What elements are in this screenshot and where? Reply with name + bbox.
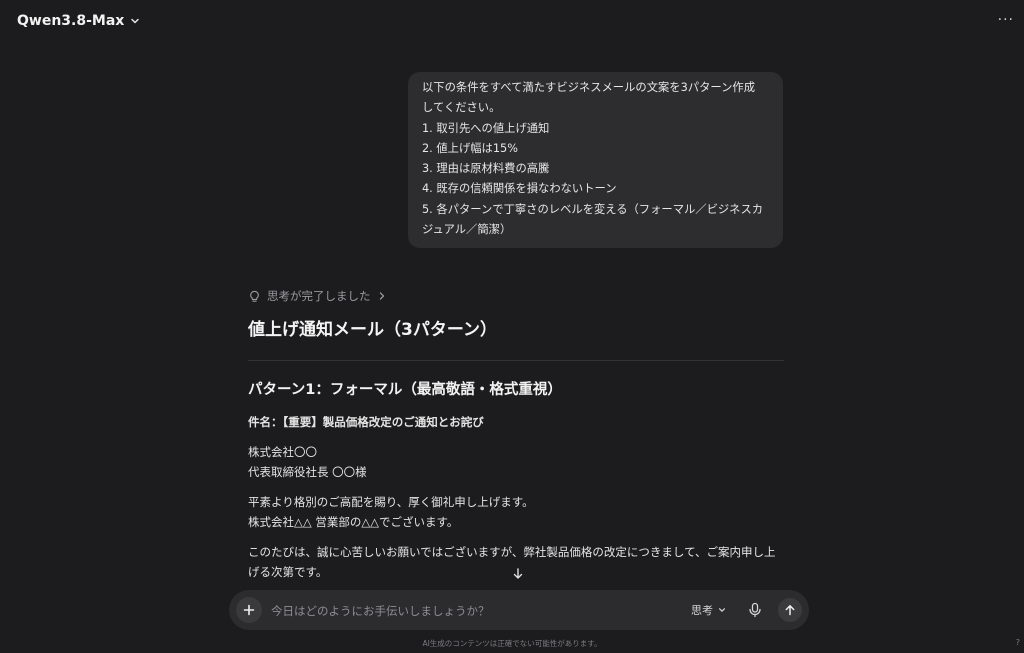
top-bar: Qwen3.8-Max ··· xyxy=(0,0,1024,46)
response-title: 値上げ通知メール（3パターン） xyxy=(248,320,497,340)
chevron-down-icon xyxy=(131,18,140,24)
chevron-down-icon xyxy=(719,608,725,612)
greeting-line: 株式会社△△ 営業部の△△でございます。 xyxy=(248,515,459,529)
email-subject: 件名：【重要】製品価格改定のご通知とお詫び xyxy=(248,415,484,429)
user-message-line: 3. 理由は原材料費の高騰 xyxy=(422,162,550,176)
chevron-right-icon xyxy=(379,292,384,300)
chat-input[interactable] xyxy=(269,600,653,622)
user-message-line: 1. 取引先への値上げ通知 xyxy=(422,121,550,135)
thinking-toggle[interactable]: 思考が完了しました xyxy=(248,288,387,304)
body-line: このたびは、誠に心苦しいお願いではございますが、弊社製品価格の改定につきまして、… xyxy=(248,545,776,559)
pattern1-heading: パターン1：フォーマル（最高敬語・格式重視） xyxy=(248,382,562,398)
assistant-response: 値上げ通知メール（3パターン） パターン1：フォーマル（最高敬語・格式重視） 件… xyxy=(248,316,788,582)
scroll-down-arrow-icon[interactable] xyxy=(512,567,524,581)
think-mode-label: 思考 xyxy=(691,604,713,617)
user-message-line: 4. 既存の信頼関係を損なわないトーン xyxy=(422,182,617,196)
help-icon[interactable]: ? xyxy=(1016,638,1020,647)
user-message-line: してください。 xyxy=(422,101,501,115)
user-message-bubble: 以下の条件をすべて満たすビジネスメールの文案を3パターン作成 してください。 1… xyxy=(408,72,783,249)
user-message-line: ジュアル／簡潔） xyxy=(422,223,512,237)
microphone-icon[interactable] xyxy=(746,601,764,619)
lightbulb-icon xyxy=(250,290,259,302)
model-selector[interactable]: Qwen3.8-Max xyxy=(17,13,140,29)
user-message-line: 以下の条件をすべて満たすビジネスメールの文案を3パターン作成 xyxy=(422,81,755,94)
chat-input-bar: 思考 xyxy=(229,590,809,630)
plus-icon xyxy=(243,604,255,616)
recipient-name: 代表取締役社長 〇〇様 xyxy=(248,465,367,479)
send-button[interactable] xyxy=(778,598,802,622)
user-message-line: 2. 値上げ幅は15% xyxy=(422,141,518,155)
thinking-label: 思考が完了しました xyxy=(267,289,371,303)
add-attachment-button[interactable] xyxy=(236,597,262,623)
recipient-company: 株式会社〇〇 xyxy=(248,445,317,459)
user-message-line: 5. 各パターンで丁寧さのレベルを変える（フォーマル／ビジネスカ xyxy=(422,202,764,216)
divider xyxy=(248,360,784,361)
model-name-label: Qwen3.8-Max xyxy=(17,13,125,29)
disclaimer-text: AI生成のコンテンツは正確でない可能性があります。 xyxy=(422,639,602,648)
greeting-line: 平素より格別のご高配を賜り、厚く御礼申し上げます。 xyxy=(248,495,534,509)
more-options-icon[interactable]: ··· xyxy=(998,12,1014,28)
arrow-up-icon xyxy=(785,605,795,616)
think-mode-dropdown[interactable]: 思考 xyxy=(691,602,726,618)
